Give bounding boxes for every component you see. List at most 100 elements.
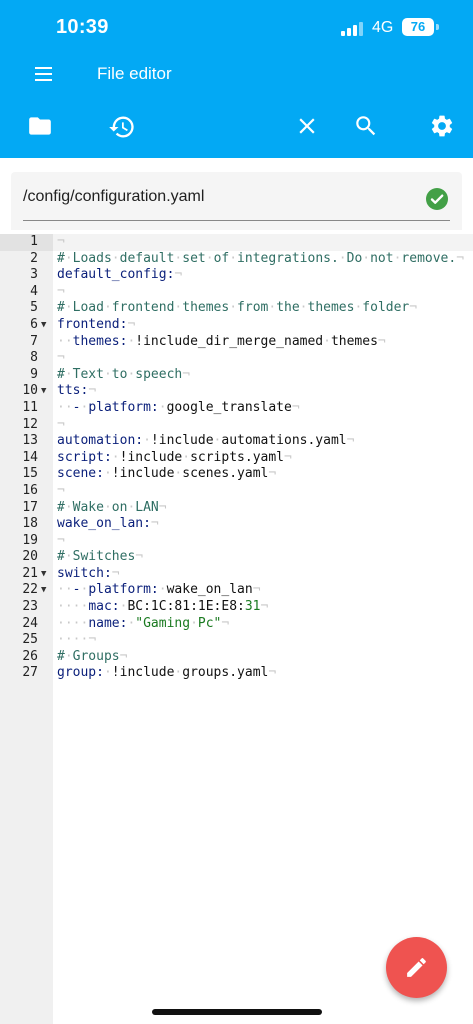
line-number: 1 [30, 234, 38, 249]
signal-icon [341, 22, 363, 36]
code-text: group:·!include·groups.yaml¬ [57, 665, 277, 681]
line-number: 24 [22, 615, 38, 631]
menu-icon[interactable] [34, 64, 54, 84]
home-indicator [152, 1009, 322, 1015]
code-line[interactable]: 14 script:·!include·scripts.yaml¬ [0, 450, 473, 467]
code-text: switch:¬ [57, 565, 120, 581]
code-line[interactable]: 24 ····name:·"Gaming·Pc"¬ [0, 616, 473, 633]
edit-fab-button[interactable] [386, 937, 447, 998]
code-text: frontend:¬ [57, 316, 136, 332]
code-line[interactable]: 7 ··themes:·!include_dir_merge_named·them… [0, 334, 473, 351]
line-number: 17 [22, 499, 38, 515]
battery-icon: 76 [402, 18, 434, 36]
code-text: #·Loads·default·set·of·integrations.·Do·… [57, 250, 465, 266]
line-number: 9 [30, 366, 38, 382]
line-number: 12 [22, 416, 38, 432]
code-line[interactable]: 13 automation:·!include·automations.yaml¬ [0, 433, 473, 450]
line-number: 18 [22, 516, 38, 532]
code-text: ····¬ [57, 632, 97, 648]
status-time: 10:39 [56, 16, 109, 38]
code-text: ··-·platform:·wake_on_lan¬ [57, 582, 261, 598]
code-line[interactable]: 10 ▼ tts:¬ [0, 383, 473, 400]
folder-icon[interactable] [27, 113, 57, 143]
settings-icon[interactable] [429, 113, 459, 143]
code-text: ¬ [57, 350, 65, 366]
history-icon[interactable] [108, 113, 138, 143]
line-number: 21 [22, 565, 38, 581]
close-icon[interactable] [294, 113, 324, 143]
code-text: ¬ [57, 234, 65, 249]
app-bar: File editor [0, 50, 473, 100]
code-line[interactable]: 6 ▼ frontend:¬ [0, 317, 473, 334]
line-number: 14 [22, 449, 38, 465]
code-line[interactable]: 9 #·Text·to·speech¬ [0, 367, 473, 384]
fold-arrow-icon[interactable]: ▼ [41, 383, 51, 400]
code-text: #·Groups¬ [57, 648, 128, 664]
line-number: 7 [30, 333, 38, 349]
line-number: 26 [22, 648, 38, 664]
line-number: 16 [22, 482, 38, 498]
code-text: ¬ [57, 283, 65, 299]
line-number: 23 [22, 599, 38, 615]
code-line[interactable]: 11 ··-·platform:·google_translate¬ [0, 400, 473, 417]
line-number: 22 [22, 582, 38, 598]
code-line[interactable]: 16 ¬ [0, 483, 473, 500]
line-number: 6 [30, 316, 38, 332]
code-text: automation:·!include·automations.yaml¬ [57, 433, 355, 449]
search-icon[interactable] [353, 113, 383, 143]
code-line[interactable]: 27 group:·!include·groups.yaml¬ [0, 665, 473, 682]
line-number: 13 [22, 433, 38, 449]
editor-toolbar [0, 100, 473, 158]
code-line[interactable]: 2 #·Loads·default·set·of·integrations.·Do… [0, 251, 473, 268]
line-number: 4 [30, 283, 38, 299]
line-number: 2 [30, 250, 38, 266]
fold-arrow-icon[interactable]: ▼ [41, 582, 51, 599]
code-text: wake_on_lan:¬ [57, 516, 159, 532]
code-text: ¬ [57, 532, 65, 548]
file-path-input[interactable] [23, 188, 333, 206]
code-line[interactable]: 3 default_config:¬ [0, 267, 473, 284]
code-line[interactable]: 1 ¬ [0, 234, 473, 251]
line-number: 10 [22, 383, 38, 399]
line-number: 25 [22, 632, 38, 648]
line-number: 5 [30, 300, 38, 316]
line-number: 20 [22, 549, 38, 565]
pencil-icon [407, 958, 426, 977]
code-line[interactable]: 15 scene:·!include·scenes.yaml¬ [0, 466, 473, 483]
line-number: 27 [22, 665, 38, 681]
code-line[interactable]: 20 #·Switches¬ [0, 549, 473, 566]
code-text: #·Load·frontend·themes·from·the·themes·f… [57, 300, 418, 316]
code-line[interactable]: 23 ····mac:·BC:1C:81:1E:E8:31¬ [0, 599, 473, 616]
path-underline [23, 220, 450, 221]
network-type: 4G [372, 19, 394, 36]
code-text: #·Wake·on·LAN¬ [57, 499, 167, 515]
code-line[interactable]: 5 #·Load·frontend·themes·from·the·themes·… [0, 300, 473, 317]
code-line[interactable]: 4 ¬ [0, 284, 473, 301]
code-line[interactable]: 25 ····¬ [0, 632, 473, 649]
line-number: 11 [22, 399, 38, 415]
code-text: #·Text·to·speech¬ [57, 366, 191, 382]
code-line[interactable]: 22 ▼ ··-·platform:·wake_on_lan¬ [0, 582, 473, 599]
code-line[interactable]: 12 ¬ [0, 417, 473, 434]
code-text: ····mac:·BC:1C:81:1E:E8:31¬ [57, 599, 269, 615]
fold-arrow-icon[interactable]: ▼ [41, 317, 51, 334]
code-line[interactable]: 19 ¬ [0, 533, 473, 550]
code-line[interactable]: 18 wake_on_lan:¬ [0, 516, 473, 533]
code-text: script:·!include·scripts.yaml¬ [57, 449, 292, 465]
code-editor[interactable]: 1 ¬ 2 #·Loads·default·set·of·integrations.·… [0, 234, 473, 1024]
check-circle-icon [426, 188, 448, 210]
code-text: ¬ [57, 416, 65, 432]
line-number: 8 [30, 350, 38, 366]
line-number: 3 [30, 267, 38, 283]
code-text: ··-·platform:·google_translate¬ [57, 399, 300, 415]
code-text: ··themes:·!include_dir_merge_named·theme… [57, 333, 386, 349]
app-title: File editor [97, 64, 172, 83]
code-line[interactable]: 21 ▼ switch:¬ [0, 566, 473, 583]
fold-arrow-icon[interactable]: ▼ [41, 566, 51, 583]
line-number: 15 [22, 466, 38, 482]
code-text: ¬ [57, 482, 65, 498]
code-line[interactable]: 17 #·Wake·on·LAN¬ [0, 500, 473, 517]
code-line[interactable]: 26 #·Groups¬ [0, 649, 473, 666]
code-text: default_config:¬ [57, 267, 183, 283]
code-line[interactable]: 8 ¬ [0, 350, 473, 367]
